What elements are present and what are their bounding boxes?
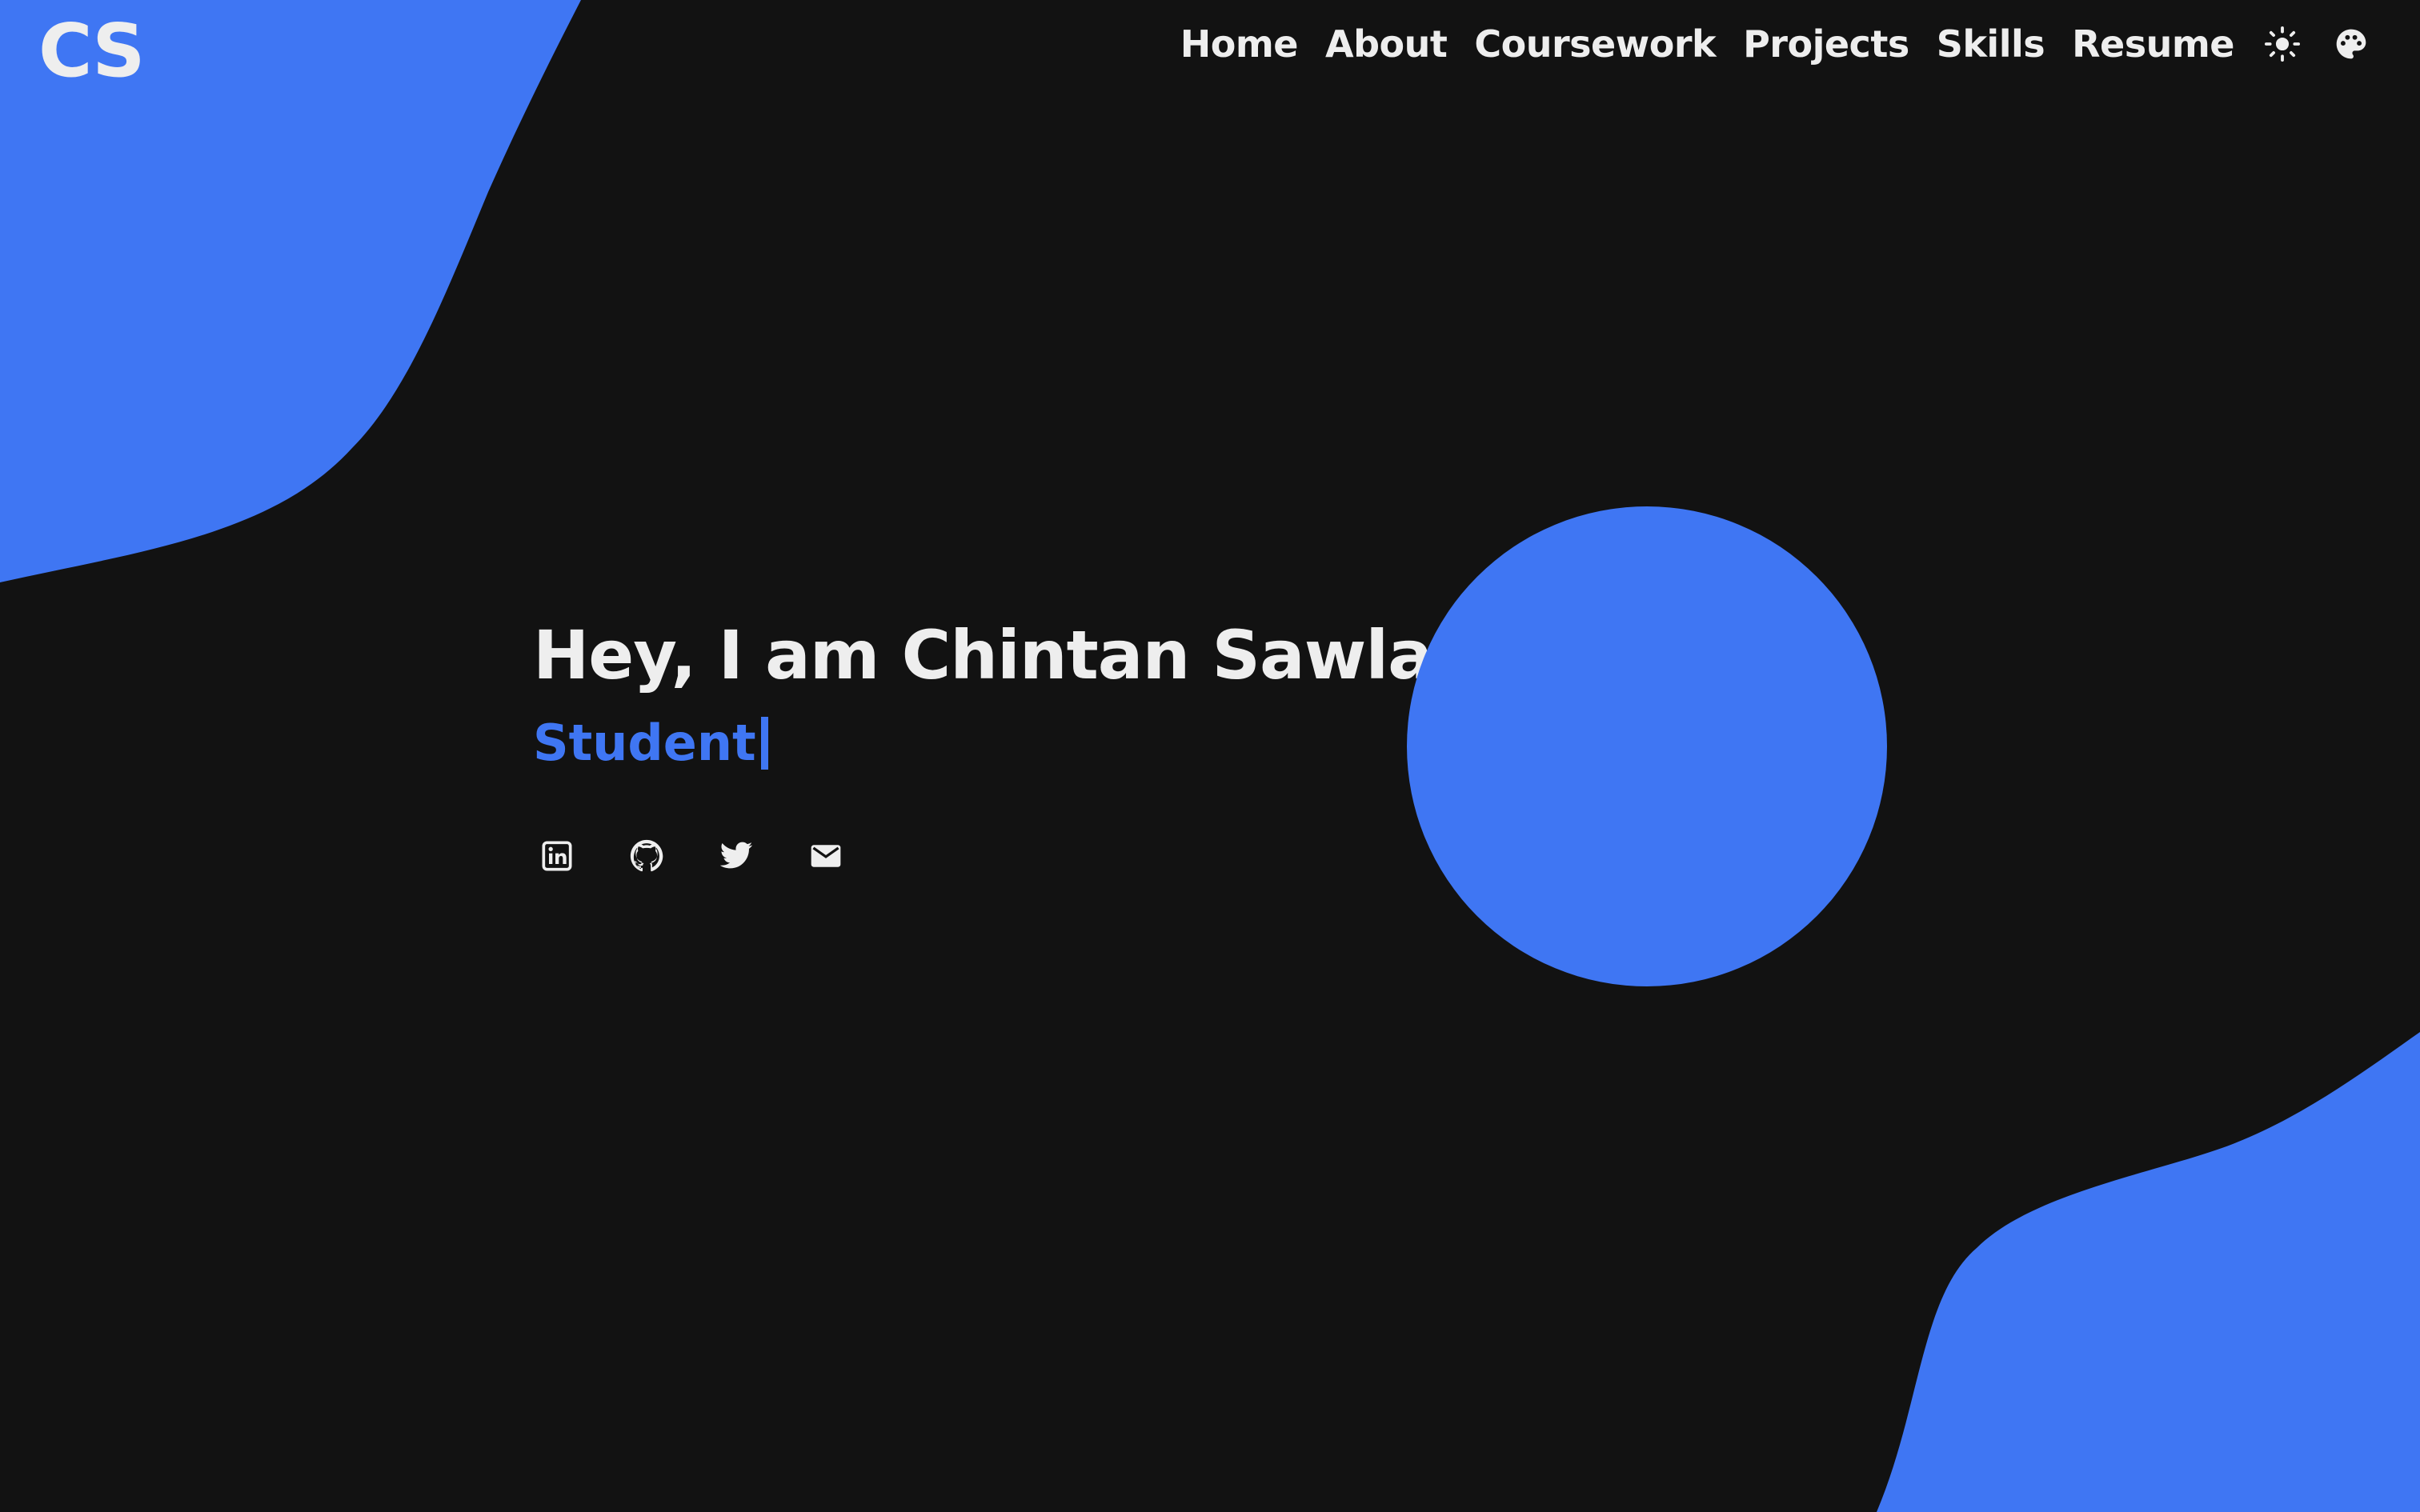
- page: CS Home About Coursework Projects Skills…: [0, 0, 2420, 1512]
- typing-caret: [760, 716, 768, 770]
- sun-icon[interactable]: [2262, 23, 2303, 65]
- linkedin-icon[interactable]: [533, 832, 581, 880]
- hero-section: Hey, I am Chintan Sawla Student: [533, 616, 1433, 772]
- email-icon[interactable]: [802, 832, 850, 880]
- profile-image-circle: [1407, 506, 1887, 986]
- site-logo[interactable]: CS: [38, 8, 145, 94]
- nav-item-projects[interactable]: Projects: [1743, 22, 1909, 66]
- typed-text: Student: [533, 714, 756, 772]
- nav-item-about[interactable]: About: [1325, 22, 1448, 66]
- social-links: [533, 832, 850, 880]
- nav-item-skills[interactable]: Skills: [1937, 22, 2045, 66]
- twitter-icon[interactable]: [712, 832, 760, 880]
- github-icon[interactable]: [623, 832, 671, 880]
- main-nav: Home About Coursework Projects Skills Re…: [1180, 22, 2372, 66]
- nav-item-home[interactable]: Home: [1180, 22, 1299, 66]
- palette-icon[interactable]: [2330, 23, 2372, 65]
- nav-item-coursework[interactable]: Coursework: [1474, 22, 1716, 66]
- nav-item-resume[interactable]: Resume: [2072, 22, 2234, 66]
- hero-title: Hey, I am Chintan Sawla: [533, 616, 1433, 694]
- hero-typed-role: Student: [533, 714, 1432, 772]
